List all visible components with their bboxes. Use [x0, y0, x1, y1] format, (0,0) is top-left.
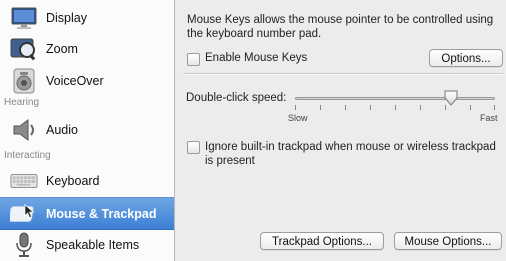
enable-mouse-keys-label: Enable Mouse Keys — [205, 52, 308, 64]
sidebar-item-mouse-trackpad[interactable]: Mouse & Trackpad — [0, 197, 174, 230]
slider-tick — [370, 105, 371, 110]
speaker-icon — [10, 117, 38, 143]
sidebar-item-label: Speakable Items — [46, 238, 140, 252]
sidebar-item-display[interactable]: Display — [0, 3, 174, 33]
slider-track — [295, 97, 495, 100]
voiceover-icon — [10, 68, 38, 94]
double-click-speed-label: Double-click speed: — [186, 92, 287, 104]
zoom-icon — [10, 36, 38, 62]
section-header-hearing: Hearing — [4, 97, 40, 108]
slider-fast-label: Fast — [480, 113, 498, 123]
sidebar-item-speakable-items[interactable]: Speakable Items — [0, 230, 174, 260]
ignore-trackpad-label: Ignore built-in trackpad when mouse or w… — [205, 141, 496, 167]
slider-tick — [395, 105, 396, 110]
double-click-speed-slider[interactable] — [295, 90, 495, 118]
trackpad-options-button[interactable]: Trackpad Options... — [260, 232, 384, 250]
section-header-interacting: Interacting — [4, 150, 51, 161]
sidebar-item-voiceover[interactable]: VoiceOver — [0, 66, 174, 96]
sidebar-item-label: Keyboard — [46, 174, 100, 188]
slider-slow-label: Slow — [288, 113, 308, 123]
mouse-keys-options-button[interactable]: Options... — [429, 49, 503, 67]
divider — [183, 73, 503, 74]
sidebar-item-audio[interactable]: Audio — [0, 115, 174, 145]
slider-tick — [420, 105, 421, 110]
display-icon — [10, 5, 38, 31]
microphone-icon — [10, 232, 38, 258]
sidebar-item-zoom[interactable]: Zoom — [0, 34, 174, 64]
mouse-options-button[interactable]: Mouse Options... — [394, 232, 502, 250]
keyboard-icon — [10, 168, 38, 194]
slider-thumb[interactable] — [444, 90, 458, 106]
sidebar-item-label: VoiceOver — [46, 74, 104, 88]
sidebar-item-label: Zoom — [46, 42, 78, 56]
slider-tick — [470, 105, 471, 110]
mouse-keys-description: Mouse Keys allows the mouse pointer to b… — [187, 14, 494, 40]
sidebar-item-label: Mouse & Trackpad — [46, 206, 157, 221]
sidebar-item-label: Audio — [46, 123, 78, 137]
ignore-trackpad-row[interactable]: Ignore built-in trackpad when mouse or w… — [187, 140, 502, 168]
mouse-icon — [10, 201, 38, 227]
content-pane: Mouse Keys allows the mouse pointer to b… — [175, 0, 506, 261]
slider-tick — [295, 105, 296, 110]
slider-tick — [345, 105, 346, 110]
enable-mouse-keys-checkbox[interactable] — [187, 53, 200, 66]
slider-tick — [320, 105, 321, 110]
sidebar: Display Zoom VoiceOver Hearing Audio Int… — [0, 0, 175, 261]
ignore-trackpad-checkbox[interactable] — [187, 141, 200, 154]
enable-mouse-keys-row[interactable]: Enable Mouse Keys — [187, 52, 307, 66]
sidebar-item-keyboard[interactable]: Keyboard — [0, 166, 174, 196]
sidebar-item-label: Display — [46, 11, 87, 25]
slider-tick — [494, 105, 495, 110]
